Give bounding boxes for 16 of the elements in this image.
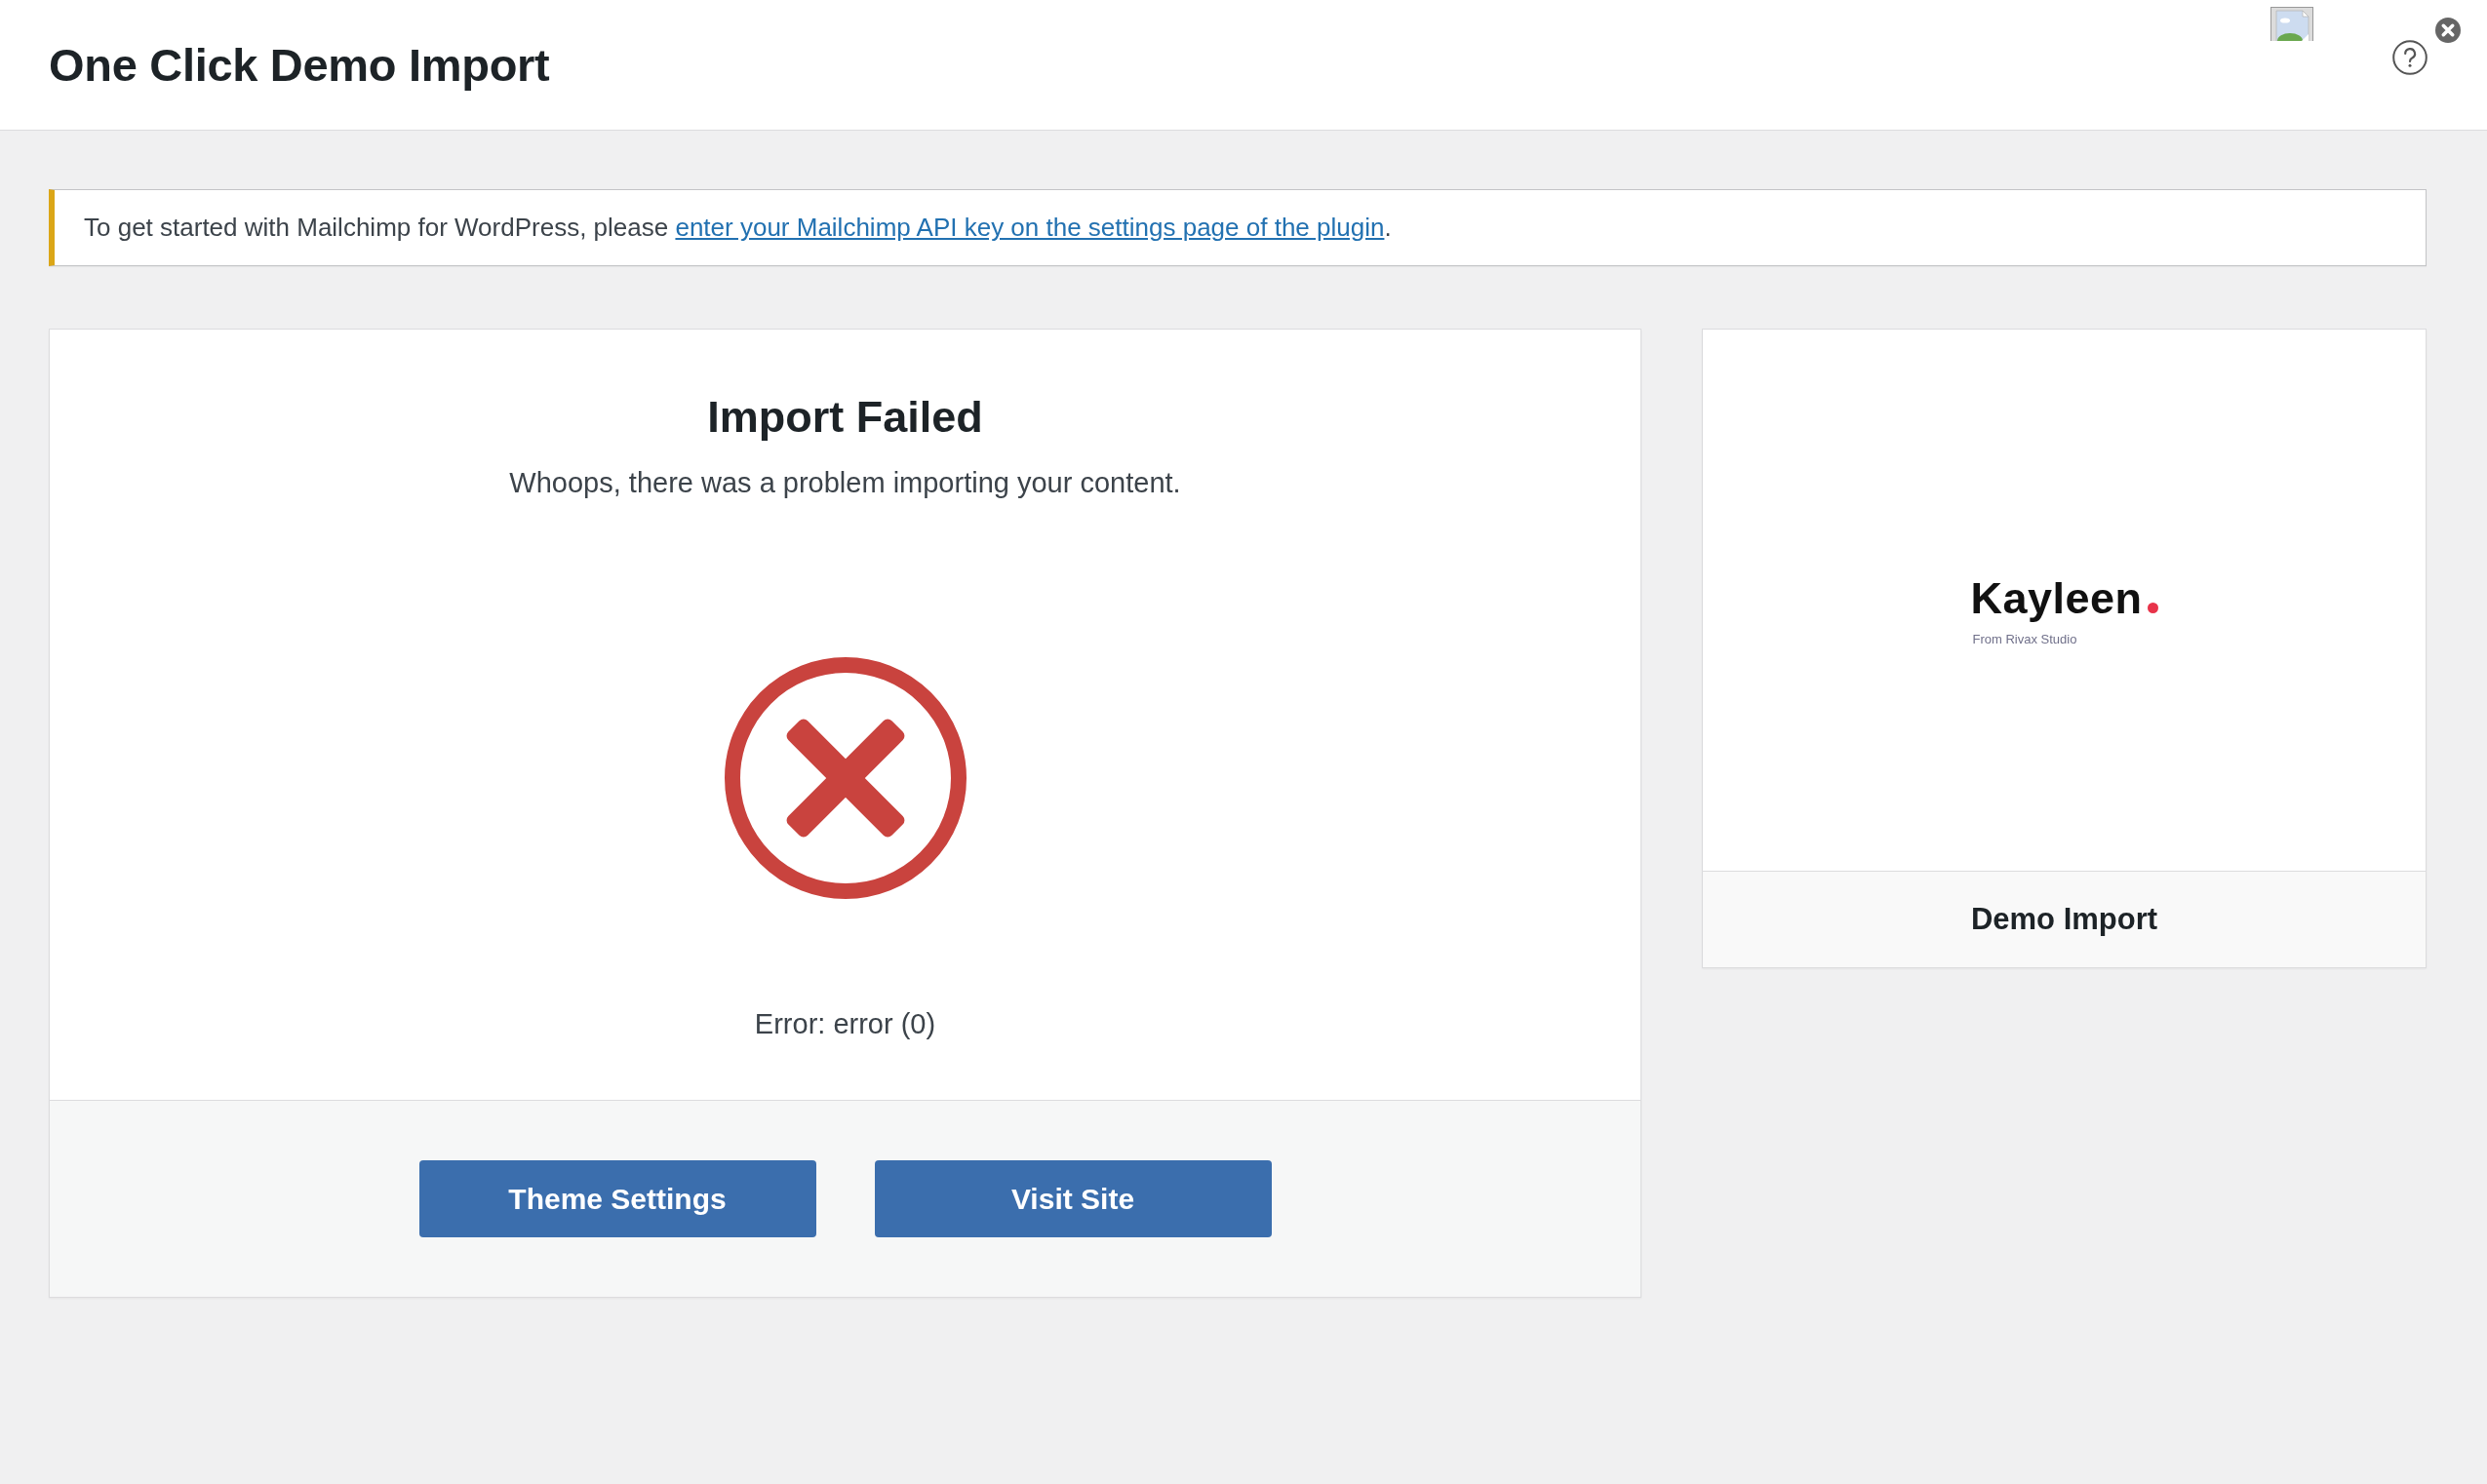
notice-link[interactable]: enter your Mailchimp API key on the settings page of the plugin bbox=[675, 213, 1385, 242]
notice-text: To get started with Mailchimp for WordPress, please enter your Mailchimp API key on the settings page of the plugin. bbox=[84, 213, 1392, 243]
error-icon bbox=[724, 657, 967, 899]
image-icon bbox=[2270, 7, 2313, 41]
logo-dot-icon bbox=[2147, 602, 2158, 613]
result-message: Whoops, there was a problem importing your content. bbox=[509, 466, 1181, 500]
logo-tagline: From Rivax Studio bbox=[1971, 631, 2077, 646]
action-button[interactable]: Theme Settings bbox=[418, 1160, 816, 1237]
error-message: Error: error (0) bbox=[754, 1007, 936, 1041]
page-title: One Click Demo Import bbox=[49, 38, 550, 92]
help-icon[interactable] bbox=[2392, 40, 2428, 75]
action-button[interactable]: Visit Site bbox=[874, 1160, 1272, 1237]
result-title: Import Failed bbox=[707, 391, 983, 444]
close-icon[interactable] bbox=[2435, 18, 2461, 43]
logo-name: Kayleen bbox=[1970, 575, 2143, 620]
demo-title: Demo Import bbox=[1703, 871, 2426, 967]
